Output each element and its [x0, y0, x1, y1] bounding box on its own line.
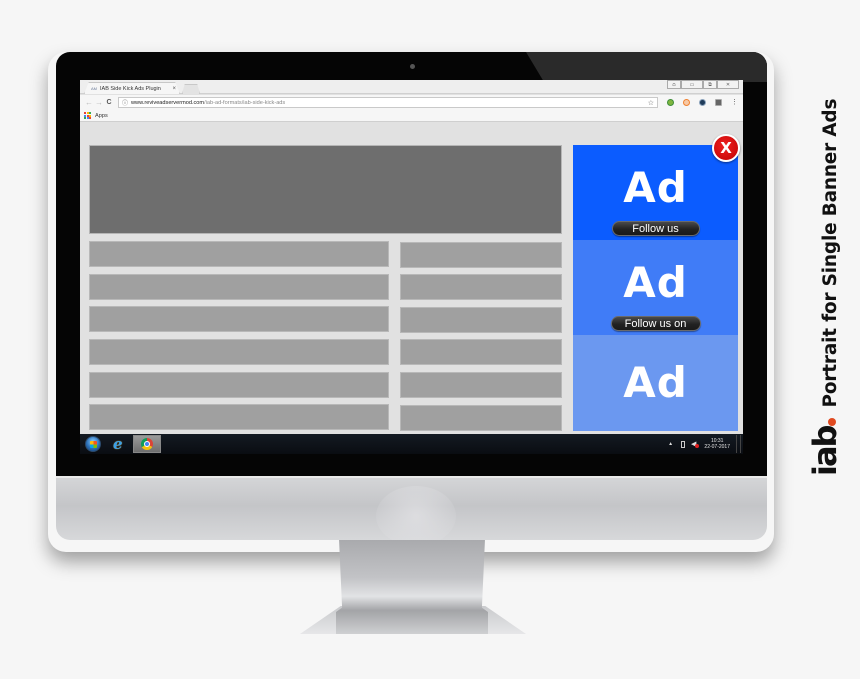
monitor-chin [56, 476, 767, 546]
monitor-stand [336, 540, 488, 634]
close-ad-button[interactable]: X [712, 134, 740, 162]
bookmarks-bar: Apps [80, 110, 743, 122]
battery-icon[interactable] [681, 440, 686, 448]
content-placeholder-left [89, 372, 389, 398]
close-window-icon[interactable]: ✕ [717, 80, 739, 89]
minimize-icon[interactable]: ▭ [681, 80, 703, 89]
iab-logo: iab [806, 426, 844, 476]
ad-label: Ad [623, 162, 688, 212]
address-bar[interactable]: ⓘ www.reviveadservermod.com /iab-ad-form… [118, 97, 658, 108]
windows-start-icon[interactable] [85, 436, 101, 452]
chrome-taskbar-button[interactable] [132, 435, 161, 453]
system-tray: ▲ ◀ 10:31 22-07-2017 [668, 435, 743, 453]
bookmark-star-icon[interactable]: ☆ [648, 99, 654, 107]
content-placeholder-right [400, 242, 562, 268]
back-icon[interactable]: ← [84, 98, 94, 107]
content-placeholder-left [89, 306, 389, 332]
chin-logo-glow [376, 486, 456, 546]
ad-slot-2[interactable]: Ad Follow us on [573, 240, 738, 335]
iab-brand: iab Portrait for Single Banner Ads [806, 99, 844, 476]
forward-icon[interactable]: → [94, 98, 104, 107]
windows-taskbar: e ▲ ◀ 10:31 22-07-2017 [80, 434, 743, 454]
url-path: /iab-ad-formats/iab-side-kick-ads [204, 99, 286, 106]
reload-icon[interactable]: C [104, 99, 114, 106]
content-placeholder-right [400, 405, 562, 431]
page-content: Ad Follow us Ad Follow us on Ad [80, 123, 743, 434]
content-placeholder-left [89, 274, 389, 300]
stage: AM IAB Side Kick Ads Plugin × ⍝ ▭ ⧉ ✕ ← … [0, 0, 860, 679]
blue-extension-icon[interactable] [699, 99, 706, 106]
clock-date: 22-07-2017 [704, 444, 730, 450]
url-host: www.reviveadservermod.com [131, 99, 205, 106]
brand-tagline: Portrait for Single Banner Ads [820, 98, 841, 408]
window-controls: ⍝ ▭ ⧉ ✕ [667, 80, 739, 89]
user-icon[interactable]: ⍝ [667, 80, 681, 89]
chrome-icon [140, 438, 153, 450]
browser-toolbar: ← → C ⓘ www.reviveadservermod.com /iab-a… [80, 95, 743, 110]
ad-label: Ad [623, 257, 688, 307]
gray-extension-icon[interactable] [715, 99, 722, 106]
screen: AM IAB Side Kick Ads Plugin × ⍝ ▭ ⧉ ✕ ← … [80, 80, 743, 454]
content-placeholder-right [400, 307, 562, 333]
iab-logo-dot [828, 417, 836, 426]
content-placeholder-left [89, 241, 389, 267]
tray-expand-icon[interactable]: ▲ [668, 441, 673, 447]
content-placeholder-right [400, 339, 562, 365]
restore-icon[interactable]: ⧉ [703, 80, 717, 89]
info-icon[interactable]: ⓘ [122, 98, 128, 107]
volume-muted-icon[interactable]: ◀ [691, 440, 701, 448]
clock[interactable]: 10:31 22-07-2017 [704, 438, 730, 451]
new-tab-button[interactable] [182, 84, 200, 94]
ad-slot-1[interactable]: Ad Follow us [573, 145, 738, 240]
hero-placeholder [89, 145, 562, 234]
green-extension-icon[interactable] [667, 99, 674, 106]
content-placeholder-right [400, 274, 562, 300]
content-placeholder-left [89, 339, 389, 365]
follow-us-button[interactable]: Follow us [611, 221, 700, 236]
side-kick-ad-panel: Ad Follow us Ad Follow us on Ad [573, 145, 738, 431]
browser-tab[interactable]: AM IAB Side Kick Ads Plugin × [84, 82, 180, 94]
ad-label: Ad [623, 358, 688, 407]
tab-bar: AM IAB Side Kick Ads Plugin × ⍝ ▭ ⧉ ✕ [80, 80, 743, 94]
camera-icon [410, 64, 415, 69]
content-placeholder-right [400, 372, 562, 398]
tab-title: IAB Side Kick Ads Plugin [100, 85, 161, 92]
follow-us-on-button[interactable]: Follow us on [610, 316, 701, 331]
orange-extension-icon[interactable] [683, 99, 690, 106]
tab-close-icon[interactable]: × [172, 86, 176, 92]
apps-grid-icon[interactable] [84, 112, 91, 119]
internet-explorer-icon[interactable]: e [113, 435, 123, 453]
apps-link[interactable]: Apps [95, 113, 108, 119]
tab-favicon-icon: AM [91, 86, 97, 91]
ad-slot-3[interactable]: Ad [573, 335, 738, 431]
show-desktop-button[interactable] [736, 435, 741, 453]
browser-menu-icon[interactable]: ⋮ [731, 99, 738, 106]
content-placeholder-left [89, 404, 389, 430]
bezel-glare [526, 52, 767, 82]
